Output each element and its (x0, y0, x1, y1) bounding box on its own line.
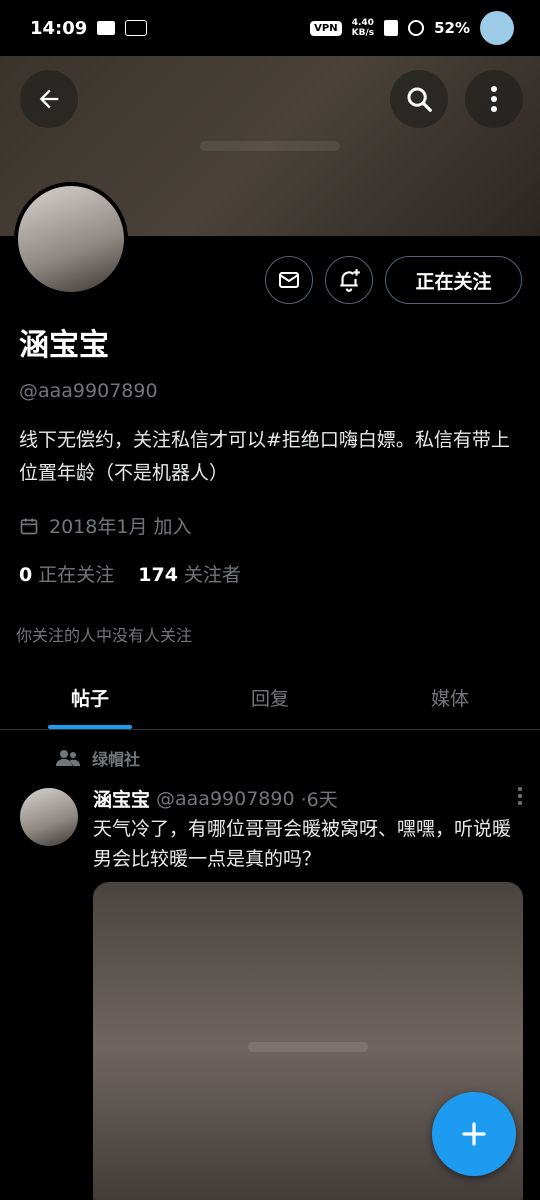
location-icon (408, 20, 425, 36)
compose-button[interactable] (432, 1092, 516, 1176)
profile-avatar[interactable] (14, 182, 128, 296)
post-header: 涵宝宝 @aaa9907890 ·6天 (93, 785, 523, 812)
notify-button[interactable] (325, 256, 373, 304)
mail-icon (279, 272, 299, 288)
tab-media[interactable]: 媒体 (360, 666, 540, 729)
search-button[interactable] (390, 70, 448, 128)
network-speed: 4.40 KB/s (351, 18, 375, 38)
avatar-image (18, 186, 124, 292)
vpn-badge: VPN (310, 20, 342, 36)
joined-date: 2018年1月 加入 (19, 512, 191, 539)
community-name: 绿帽社 (92, 750, 141, 769)
post-more-button[interactable] (517, 786, 523, 811)
message-button[interactable] (265, 256, 313, 304)
battery-level: 52% (434, 19, 470, 37)
vivo-icon (125, 20, 148, 36)
more-vertical-icon (518, 787, 522, 805)
profile-tabs: 帖子 回复 媒体 (0, 666, 540, 730)
following-button[interactable]: 正在关注 (385, 256, 522, 304)
profile-handle: @aaa9907890 (19, 380, 158, 402)
post-text: 天气冷了，有哪位哥哥会暖被窝呀、嘿嘿，听说暖男会比较暖一点是真的吗？ (93, 818, 512, 870)
joined-text: 2018年1月 加入 (49, 516, 192, 538)
post-time: ·6天 (300, 789, 338, 811)
profile-name: 涵宝宝 (19, 328, 109, 363)
follow-stats: 0 正在关注 174 关注者 (19, 560, 241, 587)
mutual-followers-note: 你关注的人中没有人关注 (16, 626, 193, 645)
community-label[interactable]: 绿帽社 (56, 746, 140, 770)
post-author-name[interactable]: 涵宝宝 (93, 785, 150, 812)
post-author-avatar[interactable] (20, 788, 78, 846)
post-author-handle: @aaa9907890 (156, 787, 295, 810)
status-time: 14:09 (30, 17, 88, 39)
back-arrow-icon (39, 89, 59, 109)
more-button[interactable] (465, 70, 523, 128)
status-bar: 14:09 VPN 4.40 KB/s 52% (0, 0, 540, 56)
following-stat[interactable]: 0 正在关注 (19, 560, 114, 587)
followers-stat[interactable]: 174 关注者 (138, 560, 241, 587)
profile-bio: 线下无偿约，关注私信才可以#拒绝口嗨白嫖。私信有带上位置年龄（不是机器人） (19, 429, 510, 484)
community-icon (56, 750, 80, 766)
search-icon (407, 87, 432, 112)
gmail-icon (97, 21, 116, 35)
app-mascot-icon (480, 11, 514, 45)
tab-posts[interactable]: 帖子 (0, 666, 180, 729)
calendar-icon (20, 518, 38, 534)
back-button[interactable] (20, 70, 78, 128)
tab-replies[interactable]: 回复 (180, 666, 360, 729)
plus-icon (462, 1122, 486, 1146)
more-vertical-icon (491, 86, 497, 112)
no-sim-icon (384, 20, 399, 36)
bell-plus-icon (340, 269, 360, 292)
